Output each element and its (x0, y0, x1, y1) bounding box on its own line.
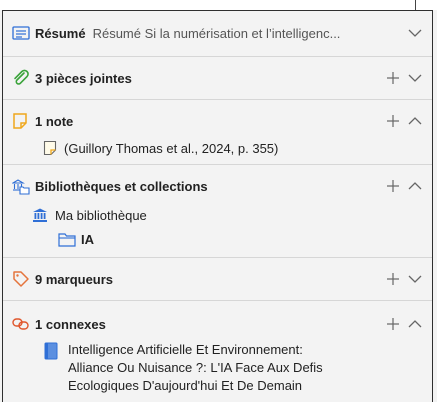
libraries-title: Bibliothèques et collections (35, 178, 208, 194)
chevron-down-icon[interactable] (408, 274, 422, 284)
item-pane: Résumé Résumé Si la numérisation et l’in… (2, 10, 433, 402)
document-lines-icon (12, 24, 32, 42)
abstract-title: Résumé (35, 25, 86, 41)
related-title: 1 connexes (35, 316, 106, 332)
sticky-note-icon (12, 112, 32, 130)
tags-title: 9 marqueurs (35, 271, 114, 287)
list-item[interactable]: Intelligence Artificielle Et Environneme… (3, 337, 432, 395)
libraries-section: Bibliothèques et collections Ma biblioth… (3, 165, 432, 258)
plus-icon[interactable] (386, 71, 400, 85)
tags-header[interactable]: 9 marqueurs (3, 258, 432, 300)
sticky-note-icon (43, 139, 61, 157)
attachments-header[interactable]: 3 pièces jointes (3, 57, 432, 99)
related-title-line: Alliance Ou Nuisance ?: L'IA Face Aux De… (68, 360, 323, 375)
window-edge (415, 0, 416, 10)
chevron-up-icon[interactable] (408, 181, 422, 191)
collection-label: IA (81, 231, 94, 247)
related-section: 1 connexes Intelligence Artificielle Et … (3, 301, 432, 395)
libraries-header[interactable]: Bibliothèques et collections (3, 165, 432, 203)
attachments-title: 3 pièces jointes (35, 70, 132, 86)
abstract-preview: Résumé Si la numérisation et l’intellige… (92, 25, 341, 41)
folder-icon (58, 230, 78, 248)
chevron-down-icon[interactable] (408, 73, 422, 83)
plus-icon[interactable] (386, 179, 400, 193)
library-label: Ma bibliothèque (55, 207, 147, 223)
list-item[interactable]: (Guillory Thomas et al., 2024, p. 355) (3, 136, 432, 160)
tags-section: 9 marqueurs (3, 258, 432, 301)
related-title-line: Intelligence Artificielle Et Environneme… (68, 342, 303, 357)
related-item-title: Intelligence Artificielle Et Environneme… (68, 341, 323, 395)
related-header[interactable]: 1 connexes (3, 301, 432, 337)
chevron-up-icon[interactable] (408, 319, 422, 329)
plus-icon[interactable] (386, 272, 400, 286)
abstract-header[interactable]: Résumé Résumé Si la numérisation et l’in… (3, 11, 432, 55)
plus-icon[interactable] (386, 317, 400, 331)
related-title-line: Ecologiques D'aujourd'hui Et De Demain (68, 378, 303, 393)
chevron-down-icon[interactable] (408, 28, 422, 38)
chevron-up-icon[interactable] (408, 116, 422, 126)
top-strip (0, 0, 437, 10)
book-icon (43, 342, 65, 360)
library-row[interactable]: Ma bibliothèque (3, 203, 432, 227)
attachments-section: 3 pièces jointes (3, 57, 432, 100)
plus-icon[interactable] (386, 114, 400, 128)
tag-icon (12, 270, 32, 288)
library-collection-icon (12, 177, 32, 195)
paperclip-icon (12, 69, 32, 87)
notes-title: 1 note (35, 113, 74, 129)
link-icon (12, 315, 32, 333)
notes-section: 1 note (Guillory Thomas et al., 2024, p.… (3, 100, 432, 165)
institution-icon (32, 206, 52, 224)
notes-header[interactable]: 1 note (3, 100, 432, 136)
collection-row[interactable]: IA (3, 227, 432, 251)
note-label: (Guillory Thomas et al., 2024, p. 355) (64, 140, 279, 156)
abstract-section: Résumé Résumé Si la numérisation et l’in… (3, 11, 432, 57)
